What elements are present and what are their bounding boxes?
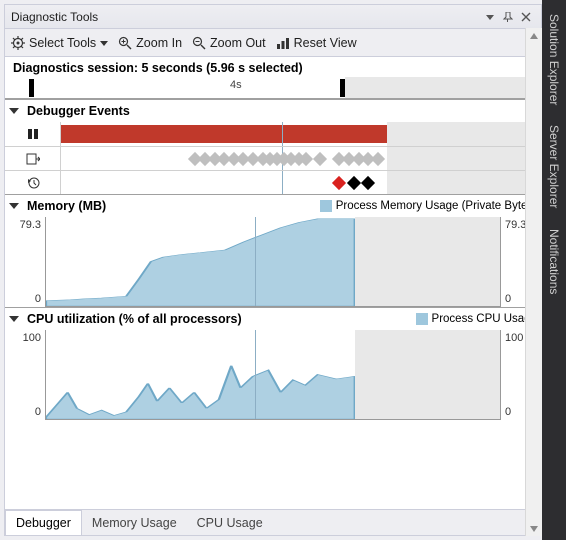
diamond-event[interactable] [361, 175, 375, 189]
reset-view-label: Reset View [294, 36, 357, 50]
intellitrace-track[interactable] [61, 171, 541, 194]
legend-label: Process CPU Usage [432, 313, 537, 325]
cpu-section: CPU utilization (% of all processors) Pr… [5, 307, 541, 420]
debugger-events-section: Debugger Events [5, 99, 541, 194]
memory-plot [45, 217, 501, 307]
zoom-in-button[interactable]: Zoom In [118, 36, 182, 50]
scroll-down-icon[interactable] [527, 521, 542, 536]
event-row-output [5, 146, 541, 170]
output-icon [5, 147, 61, 170]
scroll-up-icon[interactable] [527, 28, 542, 43]
section-title: Debugger Events [27, 104, 130, 118]
pause-icon [5, 122, 61, 146]
event-row-break [5, 122, 541, 146]
legend: Process Memory Usage (Private Bytes) [320, 200, 537, 212]
tab-memory-usage[interactable]: Memory Usage [82, 510, 187, 535]
bottom-tabs: Debugger Memory Usage CPU Usage [5, 509, 541, 535]
pin-button[interactable] [499, 8, 517, 26]
cpu-plot [45, 330, 501, 420]
zoom-in-icon [118, 36, 132, 50]
diagnostic-tools-panel: Diagnostic Tools Select Tools Zoom In Zo… [4, 4, 542, 536]
legend-swatch [416, 313, 428, 325]
collapse-icon [9, 316, 19, 322]
tab-notifications[interactable]: Notifications [545, 221, 563, 302]
chevron-down-icon [100, 39, 108, 47]
ruler-tick [29, 79, 34, 97]
gear-icon [11, 36, 25, 50]
clock-back-icon [5, 171, 61, 194]
ruler-tick-label: 4s [230, 79, 242, 91]
tab-server-explorer[interactable]: Server Explorer [545, 117, 563, 216]
vertical-scrollbar[interactable] [525, 28, 542, 536]
debugger-events-body [5, 122, 541, 194]
track-grey [387, 147, 541, 170]
section-title: CPU utilization (% of all processors) [27, 312, 242, 326]
legend-label: Process Memory Usage (Private Bytes) [336, 200, 537, 212]
break-track[interactable] [61, 122, 541, 146]
diamond-event[interactable] [332, 175, 346, 189]
select-tools-label: Select Tools [29, 36, 96, 50]
tab-cpu-usage[interactable]: CPU Usage [187, 510, 273, 535]
zoom-out-button[interactable]: Zoom Out [192, 36, 266, 50]
break-bar [61, 125, 387, 143]
section-header[interactable]: Memory (MB) Process Memory Usage (Privat… [5, 195, 541, 217]
reset-view-button[interactable]: Reset View [276, 36, 357, 50]
cpu-chart[interactable]: 100 0 100 0 [5, 330, 541, 420]
collapse-icon [9, 108, 19, 114]
memory-section: Memory (MB) Process Memory Usage (Privat… [5, 194, 541, 307]
time-ruler[interactable]: 4s [5, 77, 541, 99]
dropdown-button[interactable] [481, 8, 499, 26]
section-header[interactable]: CPU utilization (% of all processors) Pr… [5, 308, 541, 330]
track-grey [387, 122, 541, 146]
legend-swatch [320, 200, 332, 212]
y-axis-left: 100 0 [5, 330, 45, 420]
memory-chart[interactable]: 79.3 0 79.3 0 [5, 217, 541, 307]
tab-solution-explorer[interactable]: Solution Explorer [545, 6, 563, 113]
session-label: Diagnostics session: 5 seconds (5.96 s s… [5, 57, 541, 77]
zoom-out-icon [192, 36, 206, 50]
section-title: Memory (MB) [27, 199, 106, 213]
collapse-icon [9, 203, 19, 209]
zoom-out-label: Zoom Out [210, 36, 266, 50]
toolbar: Select Tools Zoom In Zoom Out Reset View [5, 29, 541, 57]
event-row-intellitrace [5, 170, 541, 194]
track-grey [387, 171, 541, 194]
diamond-event[interactable] [347, 175, 361, 189]
select-tools-button[interactable]: Select Tools [11, 36, 108, 50]
title-bar: Diagnostic Tools [5, 5, 541, 29]
window-title: Diagnostic Tools [11, 10, 481, 24]
legend: Process CPU Usage [416, 313, 537, 325]
output-track[interactable] [61, 147, 541, 170]
section-header[interactable]: Debugger Events [5, 100, 541, 122]
tab-debugger[interactable]: Debugger [5, 510, 82, 535]
ruler-grey-zone [345, 77, 541, 98]
y-axis-left: 79.3 0 [5, 217, 45, 307]
zoom-in-label: Zoom In [136, 36, 182, 50]
reset-view-icon [276, 36, 290, 50]
close-button[interactable] [517, 8, 535, 26]
right-autohide-tabs: Solution Explorer Server Explorer Notifi… [542, 0, 566, 540]
